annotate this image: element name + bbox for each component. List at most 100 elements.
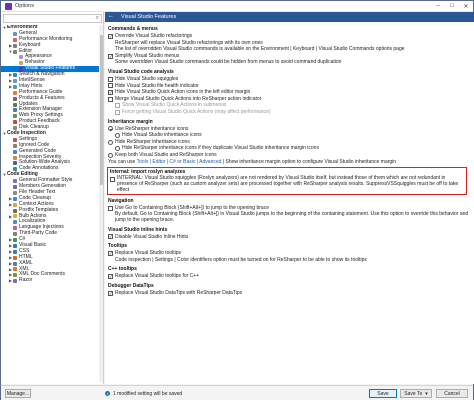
option-page-icon <box>13 226 17 231</box>
checkbox-checked-icon[interactable]: ✓ <box>108 251 113 257</box>
option-page-icon <box>19 61 23 66</box>
section-inline-title: Visual Studio inline hints <box>108 226 168 233</box>
checkbox-unchecked-icon[interactable] <box>110 176 115 182</box>
manage-button[interactable]: Manage... <box>5 389 31 398</box>
radio-unselected-icon[interactable] <box>115 146 120 152</box>
section-cpp-title: C++ tooltips <box>108 266 137 273</box>
option-page-icon <box>13 220 17 225</box>
hide-quick-actions-checkbox[interactable]: ✓ Hide Visual Studio Quick Action icons i… <box>108 89 469 96</box>
settings-panel: ← Visual Studio Features Commands & menu… <box>105 12 474 384</box>
save-button[interactable]: Save <box>369 389 397 398</box>
option-page-icon <box>13 202 17 207</box>
option-page-icon <box>13 279 17 284</box>
radio-unselected-icon[interactable] <box>108 152 113 158</box>
merge-quick-actions-checkbox[interactable]: Merge Visual Studio Quick Actions into R… <box>108 96 469 103</box>
inheritance-options-link[interactable]: Tools | Editor | C# or Basic | Advanced <box>137 159 222 165</box>
chevron-down-icon: ▾ <box>425 390 428 397</box>
option-page-icon <box>13 102 17 107</box>
radio-unselected-icon[interactable] <box>115 132 120 138</box>
internal-roslyn-checkbox[interactable]: INTERNAL: Visual Studio squiggles (Rosly… <box>110 175 464 193</box>
section-inheritance-title: Inheritance margin <box>108 118 153 125</box>
option-page-icon <box>13 49 17 54</box>
page-title: Visual Studio Features <box>121 14 177 20</box>
option-page-icon <box>13 120 17 125</box>
options-window: Options – □ ✕ ⌕ ▼ Environment General Perfo… <box>0 0 474 400</box>
checkbox-checked-icon[interactable]: ✓ <box>108 89 113 95</box>
status-message: i1 modified setting will be saved <box>105 389 182 398</box>
show-submenu-checkbox[interactable]: Show Visual Studio Quick Actions in subm… <box>108 102 469 109</box>
save-to-button[interactable]: Save To ▾ <box>400 389 432 398</box>
option-page-icon <box>13 90 17 95</box>
info-icon: i <box>105 391 110 396</box>
back-arrow-icon[interactable]: ← <box>108 13 114 19</box>
replace-cpp-tooltips-checkbox[interactable]: ✓ Replace Visual Studio tooltips for C++ <box>108 273 469 280</box>
force-getting-checkbox[interactable]: Force getting Visual Studio Quick Action… <box>108 109 469 116</box>
checkbox-checked-icon[interactable]: ✓ <box>108 234 113 240</box>
sidebar-item-label: Razor <box>19 277 33 284</box>
section-navigation-title: Navigation <box>108 198 134 205</box>
option-page-icon <box>13 243 17 248</box>
override-list-note: The list of overridden Visual Studio com… <box>115 46 405 53</box>
inheritance-option-3[interactable]: Hide ReSharper inheritance icons <box>108 139 469 146</box>
radio-unselected-icon[interactable] <box>108 139 113 145</box>
simplify-note: Some overridden Visual Studio commands c… <box>115 59 342 66</box>
option-page-icon <box>13 43 17 48</box>
option-page-icon <box>13 214 17 219</box>
checkbox-checked-icon[interactable]: ✓ <box>108 53 113 59</box>
replace-datatips-checkbox[interactable]: ✓ Replace Visual Studio DataTips with ReS… <box>108 290 469 297</box>
replace-tooltips-checkbox[interactable]: ✓ Replace Visual Studio tooltips <box>108 250 469 257</box>
option-page-icon <box>13 31 17 36</box>
option-page-icon <box>13 108 17 113</box>
hide-health-checkbox[interactable]: Hide Visual Studio file health indicator <box>108 83 469 90</box>
checkbox-checked-icon[interactable]: ✓ <box>108 33 113 39</box>
checkbox-checked-icon[interactable]: ✓ <box>108 274 113 280</box>
scrollbar-thumb[interactable] <box>99 35 103 185</box>
option-page-icon <box>13 114 17 119</box>
internal-highlight-box: Internal: import roslyn analyzes INTERNA… <box>107 167 467 196</box>
window-title: Options <box>15 3 34 9</box>
option-page-icon <box>13 255 17 260</box>
checkbox-unchecked-icon[interactable] <box>115 103 120 109</box>
option-page-icon <box>13 190 17 195</box>
search-icon: ⌕ <box>95 15 99 21</box>
maximize-icon[interactable]: □ <box>445 1 459 11</box>
settings-content: Commands & menus ✓ Override Visual Studio… <box>105 23 469 384</box>
option-page-icon <box>13 161 17 166</box>
sidebar-item[interactable]: ▶ Razor <box>1 277 102 284</box>
option-page-icon <box>13 73 17 78</box>
options-sidebar: ⌕ ▼ Environment General Performance Monitor… <box>1 12 104 384</box>
search-input[interactable]: ⌕ <box>3 14 102 23</box>
cancel-button[interactable]: Cancel <box>436 389 468 398</box>
checkbox-unchecked-icon[interactable] <box>108 206 113 212</box>
checkbox-unchecked-icon[interactable] <box>108 76 113 82</box>
goto-note: By default, Go to Containing Block (Shif… <box>115 211 469 223</box>
inheritance-option-5[interactable]: Keep both Visual Studio and ReSharper ic… <box>108 152 469 159</box>
inheritance-option-4[interactable]: Hide ReSharper inheritance icons if they… <box>108 145 469 152</box>
checkbox-checked-icon[interactable]: ✓ <box>108 290 113 296</box>
option-page-icon <box>13 249 17 254</box>
resharper-app-icon <box>5 2 12 10</box>
sidebar-scrollbar[interactable] <box>99 25 103 382</box>
checkbox-unchecked-icon[interactable] <box>108 96 113 102</box>
disable-inline-hints-checkbox[interactable]: ✓ Disable Visual Studio Inline Hints <box>108 234 469 241</box>
override-refactorings-checkbox[interactable]: ✓ Override Visual Studio refactorings <box>108 33 469 40</box>
inheritance-note: You can use Tools | Editor | C# or Basic… <box>108 158 397 165</box>
option-page-icon <box>13 196 17 201</box>
options-tree: ▼ Environment General Performance Monitorin… <box>1 25 102 382</box>
dialog-footer: Manage... i1 modified setting will be sa… <box>1 385 473 400</box>
inheritance-option-1[interactable]: Use ReSharper inheritance icons <box>108 126 469 133</box>
option-page-icon <box>13 208 17 213</box>
close-icon[interactable]: ✕ <box>459 1 473 11</box>
radio-selected-icon[interactable] <box>108 126 113 132</box>
checkbox-unchecked-icon[interactable] <box>108 83 113 89</box>
section-analysis-title: Visual Studio code analysis <box>108 68 174 75</box>
tooltips-note: Code inspection | Settings | Color ident… <box>115 256 367 263</box>
option-page-icon <box>13 84 17 89</box>
section-tooltips-title: Tooltips <box>108 243 128 250</box>
minimize-icon[interactable]: – <box>431 1 445 11</box>
title-bar: Options – □ ✕ <box>1 1 473 12</box>
checkbox-unchecked-icon[interactable] <box>115 109 120 115</box>
simplify-menus-checkbox[interactable]: ✓ Simplify Visual Studio menus <box>108 53 469 60</box>
hide-squiggles-checkbox[interactable]: Hide Visual Studio squiggles <box>108 76 469 83</box>
inheritance-option-2[interactable]: Hide Visual Studio inheritance icons <box>108 132 469 139</box>
